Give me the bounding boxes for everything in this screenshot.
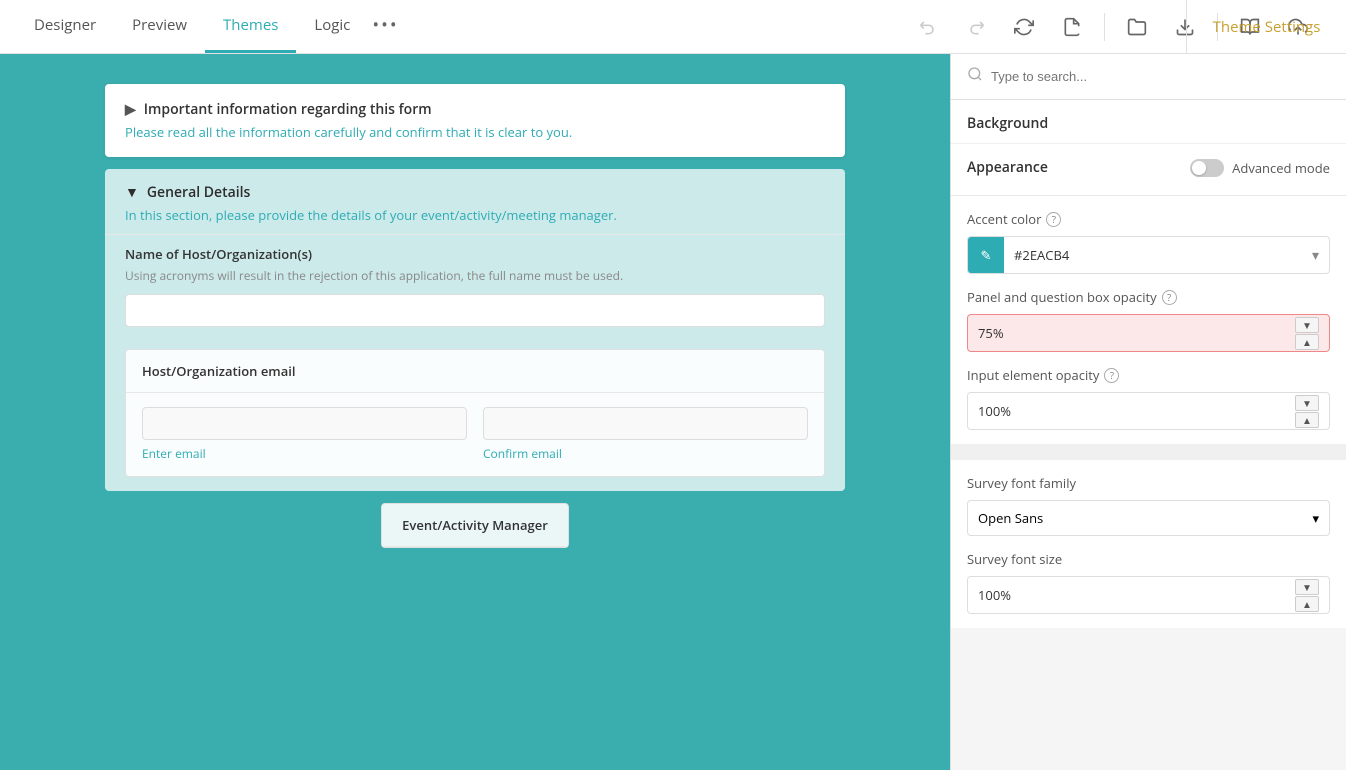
form-canvas: ▶ Important information regarding this f… bbox=[0, 54, 950, 770]
thick-divider bbox=[951, 452, 1346, 460]
tab-preview[interactable]: Preview bbox=[114, 0, 205, 53]
font-family-dropdown-arrow: ▾ bbox=[1312, 509, 1319, 527]
appearance-row: Appearance Advanced mode bbox=[967, 158, 1330, 177]
tab-designer[interactable]: Designer bbox=[16, 0, 114, 53]
host-field-group: Name of Host/Organization(s) Using acron… bbox=[105, 234, 845, 341]
info-card-title: ▶ Important information regarding this f… bbox=[125, 100, 825, 119]
background-label: Background bbox=[951, 100, 1346, 144]
undo-button[interactable] bbox=[912, 11, 944, 43]
open-button[interactable] bbox=[1121, 11, 1153, 43]
color-value: #2EACB4 bbox=[1004, 246, 1302, 264]
color-picker[interactable]: ✎ #2EACB4 ▾ bbox=[967, 236, 1330, 274]
advanced-mode-toggle-row: Advanced mode bbox=[1190, 159, 1330, 177]
search-input[interactable] bbox=[991, 69, 1330, 84]
fill-button[interactable] bbox=[1056, 11, 1088, 43]
enter-email-placeholder: Enter email bbox=[142, 445, 467, 462]
panel-opacity-value: 75% bbox=[978, 324, 1295, 342]
email-panel-body: Enter email Confirm email bbox=[126, 393, 824, 476]
enter-email-input[interactable] bbox=[142, 407, 467, 440]
toolbar-separator-1 bbox=[1104, 13, 1105, 41]
accent-color-row: Accent color ? ✎ #2EACB4 ▾ bbox=[967, 210, 1330, 274]
confirm-email-placeholder: Confirm email bbox=[483, 445, 808, 462]
more-tabs-button[interactable]: ••• bbox=[368, 0, 402, 53]
top-navigation: Designer Preview Themes Logic ••• bbox=[0, 0, 1346, 54]
panel-opacity-label: Panel and question box opacity ? bbox=[967, 288, 1330, 306]
info-card-subtitle: Please read all the information carefull… bbox=[125, 123, 825, 141]
enter-email-wrap: Enter email bbox=[142, 407, 467, 462]
theme-settings-label: Theme Settings bbox=[1186, 0, 1346, 53]
font-size-field[interactable]: 100% ▼ ▲ bbox=[967, 576, 1330, 614]
section-title: ▼ General Details bbox=[125, 183, 250, 202]
accent-color-label: Accent color ? bbox=[967, 210, 1330, 228]
confirm-email-wrap: Confirm email bbox=[483, 407, 808, 462]
input-opacity-field[interactable]: 100% ▼ ▲ bbox=[967, 392, 1330, 430]
panel-opacity-field[interactable]: 75% ▼ ▲ bbox=[967, 314, 1330, 352]
accent-color-help-icon[interactable]: ? bbox=[1046, 212, 1061, 227]
font-family-select[interactable]: Open Sans ▾ bbox=[967, 500, 1330, 536]
accent-color-group: Accent color ? ✎ #2EACB4 ▾ Panel and que… bbox=[951, 196, 1346, 452]
pencil-icon: ✎ bbox=[981, 246, 992, 264]
nav-tabs: Designer Preview Themes Logic ••• bbox=[16, 0, 403, 53]
font-family-row: Survey font family Open Sans ▾ bbox=[967, 474, 1330, 536]
input-opacity-label: Input element opacity ? bbox=[967, 366, 1330, 384]
font-size-value: 100% bbox=[978, 586, 1295, 604]
input-opacity-help-icon[interactable]: ? bbox=[1104, 368, 1119, 383]
input-opacity-down-btn[interactable]: ▼ bbox=[1295, 395, 1319, 411]
chevron-down-icon: ▼ bbox=[125, 183, 139, 202]
search-icon bbox=[967, 66, 983, 87]
panel-opacity-steppers: ▼ ▲ bbox=[1295, 317, 1319, 350]
input-opacity-up-btn[interactable]: ▲ bbox=[1295, 412, 1319, 428]
search-bar bbox=[951, 54, 1346, 100]
chevron-right-icon: ▶ bbox=[125, 100, 136, 119]
font-size-row: Survey font size 100% ▼ ▲ bbox=[967, 550, 1330, 614]
input-opacity-value: 100% bbox=[978, 402, 1295, 420]
tab-themes[interactable]: Themes bbox=[205, 0, 296, 53]
font-size-label: Survey font size bbox=[967, 550, 1330, 568]
main-area: ▶ Important information regarding this f… bbox=[0, 54, 1346, 770]
email-panel-header: Host/Organization email bbox=[126, 350, 824, 393]
color-dropdown-arrow[interactable]: ▾ bbox=[1302, 246, 1329, 265]
event-panel-header: Event/Activity Manager bbox=[382, 504, 568, 547]
host-field-label: Name of Host/Organization(s) bbox=[125, 245, 825, 263]
section-header: ▼ General Details In this section, pleas… bbox=[105, 169, 845, 234]
event-panel: Event/Activity Manager bbox=[381, 503, 569, 548]
redo-button[interactable] bbox=[960, 11, 992, 43]
font-family-label: Survey font family bbox=[967, 474, 1330, 492]
panel-opacity-help-icon[interactable]: ? bbox=[1162, 290, 1177, 305]
font-size-down-btn[interactable]: ▼ bbox=[1295, 579, 1319, 595]
host-name-input[interactable] bbox=[125, 294, 825, 327]
appearance-title: Appearance bbox=[967, 158, 1048, 177]
right-panel: Background Appearance Advanced mode Acce… bbox=[950, 54, 1346, 770]
email-fields-row: Enter email Confirm email bbox=[142, 407, 808, 462]
panel-opacity-row: Panel and question box opacity ? 75% ▼ ▲ bbox=[967, 288, 1330, 352]
appearance-block: Appearance Advanced mode bbox=[951, 144, 1346, 196]
panel-opacity-down-btn[interactable]: ▼ bbox=[1295, 317, 1319, 333]
email-sub-panel: Host/Organization email Enter email Conf… bbox=[125, 349, 825, 477]
font-family-value: Open Sans bbox=[978, 509, 1043, 527]
advanced-mode-toggle[interactable] bbox=[1190, 159, 1224, 177]
refresh-button[interactable] bbox=[1008, 11, 1040, 43]
font-group: Survey font family Open Sans ▾ Survey fo… bbox=[951, 460, 1346, 628]
panel-opacity-up-btn[interactable]: ▲ bbox=[1295, 334, 1319, 350]
confirm-email-input[interactable] bbox=[483, 407, 808, 440]
color-swatch[interactable]: ✎ bbox=[968, 237, 1004, 273]
font-size-steppers: ▼ ▲ bbox=[1295, 579, 1319, 612]
info-card: ▶ Important information regarding this f… bbox=[105, 84, 845, 157]
tab-logic[interactable]: Logic bbox=[296, 0, 368, 53]
host-field-sublabel: Using acronyms will result in the reject… bbox=[125, 267, 825, 284]
advanced-mode-label: Advanced mode bbox=[1232, 159, 1330, 177]
general-details-section: ▼ General Details In this section, pleas… bbox=[105, 169, 845, 491]
font-size-up-btn[interactable]: ▲ bbox=[1295, 596, 1319, 612]
toggle-thumb bbox=[1192, 161, 1206, 175]
section-subtitle: In this section, please provide the deta… bbox=[125, 206, 617, 224]
input-opacity-steppers: ▼ ▲ bbox=[1295, 395, 1319, 428]
input-opacity-row: Input element opacity ? 100% ▼ ▲ bbox=[967, 366, 1330, 430]
